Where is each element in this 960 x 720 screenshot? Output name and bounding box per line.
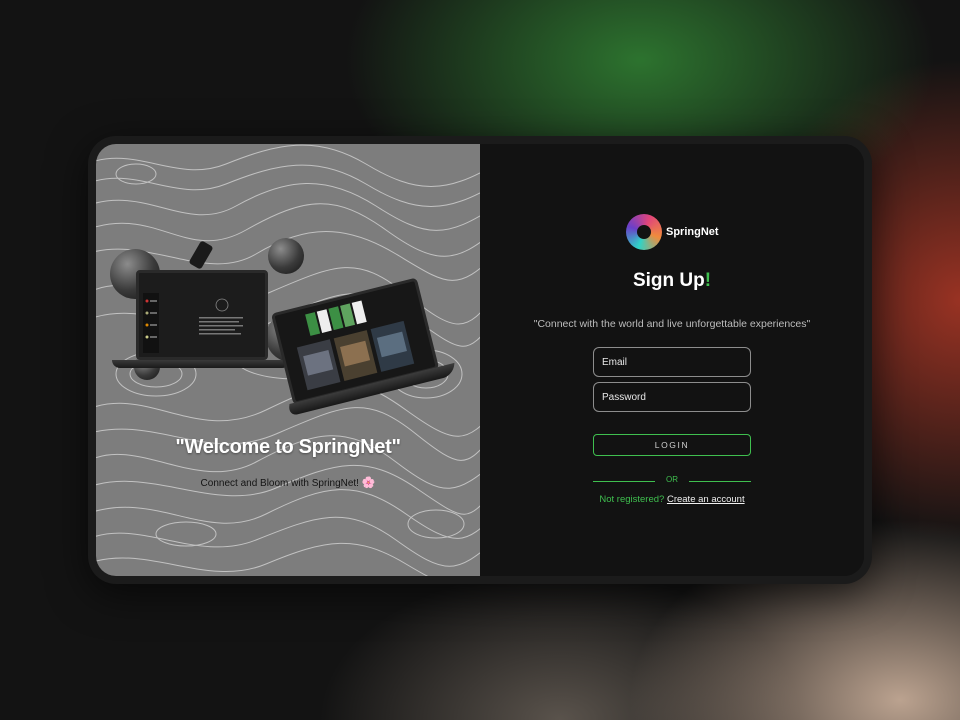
brand-logo: SpringNet [626,214,719,250]
auth-card: "Welcome to SpringNet" Connect and Bloom… [96,144,864,576]
or-divider: OR [593,475,751,487]
divider-line-right [689,481,751,482]
laptop-illustration-back [112,270,290,368]
or-label: OR [666,475,678,484]
password-field[interactable] [593,382,751,412]
register-prompt: Not registered? Create an account [480,494,864,505]
welcome-subtitle-text: Connect and Bloom with SpringNet! [200,478,359,489]
email-field[interactable] [593,347,751,377]
flower-icon: 🌸 [361,477,376,489]
logo-icon [626,214,662,250]
welcome-panel: "Welcome to SpringNet" Connect and Bloom… [96,144,480,576]
login-button[interactable]: LOGIN [593,434,751,456]
not-registered-text: Not registered? [599,494,665,505]
tagline: "Connect with the world and live unforge… [533,318,811,330]
create-account-link[interactable]: Create an account [667,494,745,505]
welcome-title: "Welcome to SpringNet" [175,436,401,458]
title-accent: ! [704,270,712,291]
logo-text: SpringNet [666,226,719,238]
sphere-top [268,238,304,274]
signup-panel: SpringNet Sign Up! "Connect with the wor… [480,144,864,576]
page-title: Sign Up! [480,270,864,292]
title-text: Sign Up [632,270,705,291]
welcome-subtitle: Connect and Bloom with SpringNet! 🌸 [96,476,480,489]
